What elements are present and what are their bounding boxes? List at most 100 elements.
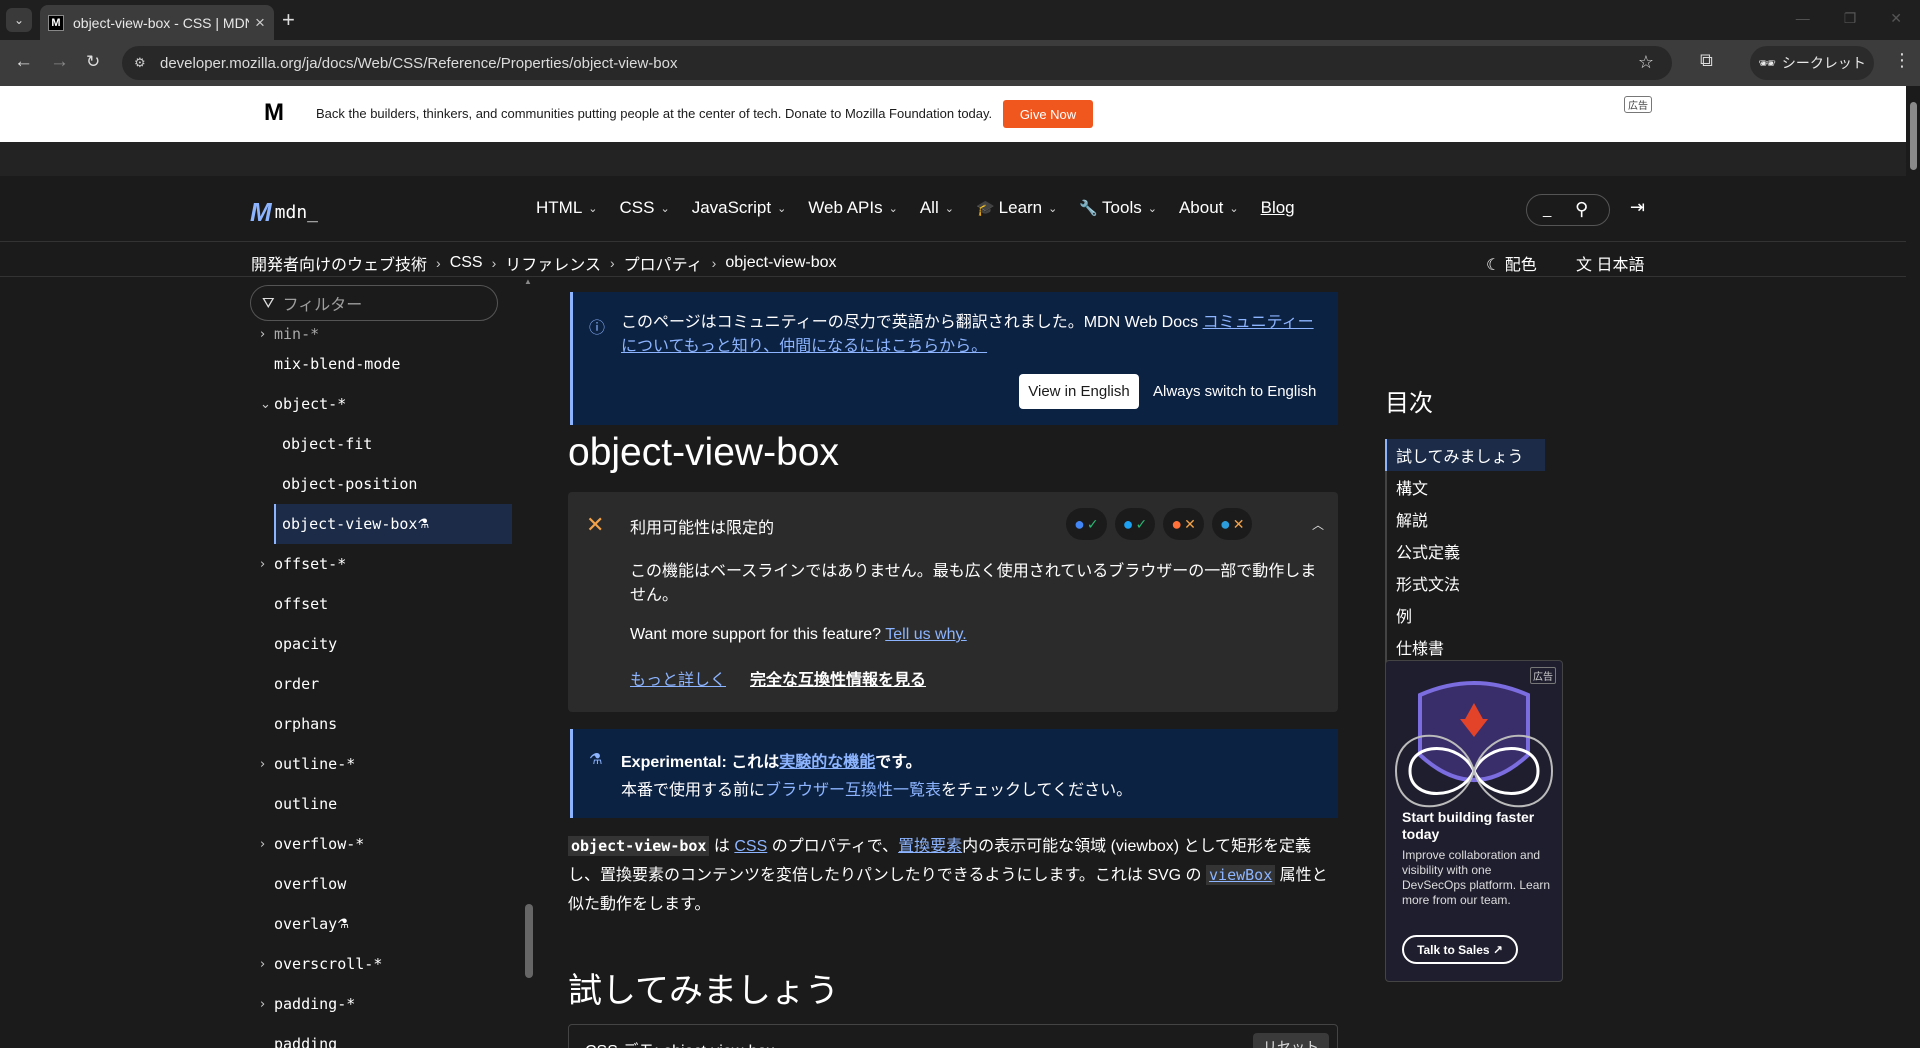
css-link[interactable]: CSS [734,838,767,855]
sidebar-item[interactable]: › overscroll-* [240,944,510,984]
maximize-icon[interactable]: ❐ [1844,10,1857,27]
nav-item-javascript[interactable]: JavaScript ⌄ [692,198,787,218]
browser-tab[interactable]: M object-view-box - CSS | MDN × [40,5,274,40]
toc-item[interactable]: 公式定義 [1387,535,1545,567]
chevron-down-icon[interactable]: ⌄ [260,397,271,412]
sidebar-ad[interactable]: 広告 Start building faster today Improve c… [1385,660,1563,982]
bookmark-star-icon[interactable]: ☆ [1638,52,1654,73]
browser-chip-safari[interactable]: ● ✕ [1211,508,1253,540]
close-window-icon[interactable]: ✕ [1890,10,1902,27]
mdn-logo-text: mdn_ [274,202,319,223]
experimental-feature-link[interactable]: 実験的な機能 [779,754,875,771]
toc-item[interactable]: 試してみましょう [1385,439,1545,471]
site-info-icon[interactable]: ⚙ [134,55,150,71]
back-icon[interactable]: ← [14,51,33,73]
mdn-logo[interactable]: M mdn_ [250,197,318,228]
omnibox[interactable]: ⚙ developer.mozilla.org/ja/docs/Web/CSS/… [122,46,1672,80]
replaced-element-link[interactable]: 置換要素 [898,838,962,855]
chevron-right-icon[interactable]: › [260,327,265,342]
sidebar-item[interactable]: › min-* [240,324,510,344]
sidebar-item-label: outline-* [274,755,356,773]
sidebar-item[interactable]: object-view-box ⚗ [274,504,512,544]
page-scroll-thumb[interactable] [1910,102,1917,170]
sidebar-item[interactable]: padding [240,1024,510,1048]
chevron-right-icon[interactable]: › [260,997,265,1012]
sidebar-item[interactable]: mix-blend-mode [240,344,510,384]
talk-to-sales-button[interactable]: Talk to Sales ↗ [1402,935,1518,964]
search-button[interactable]: _ ⚲ [1526,194,1610,226]
sidebar-item[interactable]: › padding-* [240,984,510,1024]
browser-chip-firefox[interactable]: ● ✕ [1163,508,1204,540]
sidebar-item[interactable]: opacity [240,624,510,664]
forward-icon[interactable]: → [50,51,69,73]
language-switcher-button[interactable]: 文 日本語 [1576,251,1644,275]
nav-item-all[interactable]: All ⌄ [920,198,954,218]
compat-table-link[interactable]: ブラウザー互換性一覧表 [765,782,941,799]
sidebar-filter-input[interactable]: ⛛ フィルター [250,285,498,321]
learn-more-link[interactable]: もっと詳しく [630,666,726,690]
sidebar-item[interactable]: › offset-* [240,544,510,584]
breadcrumb-item[interactable]: object-view-box [725,254,836,272]
view-in-english-button[interactable]: View in English [1019,374,1139,409]
nav-item-html[interactable]: HTML ⌄ [536,198,598,218]
browser-menu-icon[interactable]: ⋮ [1893,50,1911,71]
give-now-button[interactable]: Give Now [1003,100,1093,128]
nav-item-css[interactable]: CSS ⌄ [620,198,670,218]
nav-item-learn[interactable]: 🎓 Learn ⌄ [976,198,1057,218]
login-icon[interactable]: ⇥ [1630,197,1645,218]
chevron-right-icon[interactable]: › [260,957,265,972]
sidebar-scroll-thumb[interactable] [525,904,533,978]
toc-item[interactable]: 解説 [1387,503,1545,535]
sidebar-item[interactable]: ⌄ object-* [240,384,510,424]
sidebar-item[interactable]: orphans [240,704,510,744]
reload-icon[interactable]: ↻ [86,51,100,73]
chevron-right-icon[interactable]: › [260,757,265,772]
sidebar-item[interactable]: › overflow-* [240,824,510,864]
sidebar-item[interactable]: order [240,664,510,704]
breadcrumb-item[interactable]: プロパティ [624,251,703,275]
nav-item-tools[interactable]: 🔧 Tools ⌄ [1079,198,1157,218]
sidebar-item[interactable]: overlay ⚗ [240,904,510,944]
tell-us-why-link[interactable]: Tell us why. [885,626,967,643]
ad-tag[interactable]: 広告 [1624,96,1652,113]
breadcrumb-item[interactable]: リファレンス [505,251,601,275]
browser-chip-chrome[interactable]: ● ✓ [1066,508,1107,540]
toc-item[interactable]: 例 [1387,599,1545,631]
extensions-icon[interactable]: ⧉ [1700,50,1713,71]
sidebar-item[interactable]: offset [240,584,510,624]
nav-item-blog[interactable]: Blog [1261,198,1295,218]
chevron-right-icon[interactable]: › [260,557,265,572]
tab-close-icon[interactable]: × [255,13,265,33]
sidebar-item[interactable]: outline [240,784,510,824]
page-scrollbar[interactable] [1906,86,1920,1048]
sidebar-item[interactable]: overflow [240,864,510,904]
sidebar-item[interactable]: object-fit [240,424,510,464]
nav-item-web-apis[interactable]: Web APIs ⌄ [808,198,898,218]
sidebar-item[interactable]: › outline-* [240,744,510,784]
viewbox-link[interactable]: viewBox [1206,865,1276,885]
sidebar: ⛛ フィルター › min-* mix-blend-mode ⌄ object-* obj… [240,277,520,1048]
collapse-icon[interactable]: ︿ [1312,516,1324,533]
sidebar-scrollbar[interactable]: ▲ [524,277,534,1048]
demo-reset-button[interactable]: リセット [1253,1033,1329,1048]
minimize-icon[interactable]: — [1796,10,1810,27]
browser-chip-edge[interactable]: ● ✓ [1114,508,1156,540]
tab-search-button[interactable]: ⌄ [6,8,32,32]
always-switch-english-button[interactable]: Always switch to English [1153,383,1316,400]
full-compat-link[interactable]: 完全な互換性情報を見る [750,666,926,690]
nav-item-label: Learn [998,198,1043,217]
theme-switcher-button[interactable]: ☾ 配色 [1486,251,1537,275]
nav-item-about[interactable]: About ⌄ [1179,198,1239,218]
scroll-up-icon[interactable]: ▲ [524,277,532,286]
chevron-right-icon[interactable]: › [260,837,265,852]
toc-item[interactable]: 構文 [1387,471,1545,503]
incognito-indicator[interactable]: 🕶 シークレット [1750,46,1874,80]
new-tab-button[interactable]: + [282,8,295,32]
toc-item[interactable]: 形式文法 [1387,567,1545,599]
sidebar-item[interactable]: object-position [240,464,510,504]
breadcrumb-item[interactable]: 開発者向けのウェブ技術 [251,251,427,275]
nav-item-label: About [1178,198,1224,217]
breadcrumb-item[interactable]: CSS [450,254,483,272]
toc-item[interactable]: 仕様書 [1387,631,1545,663]
url-text[interactable]: developer.mozilla.org/ja/docs/Web/CSS/Re… [160,55,677,72]
